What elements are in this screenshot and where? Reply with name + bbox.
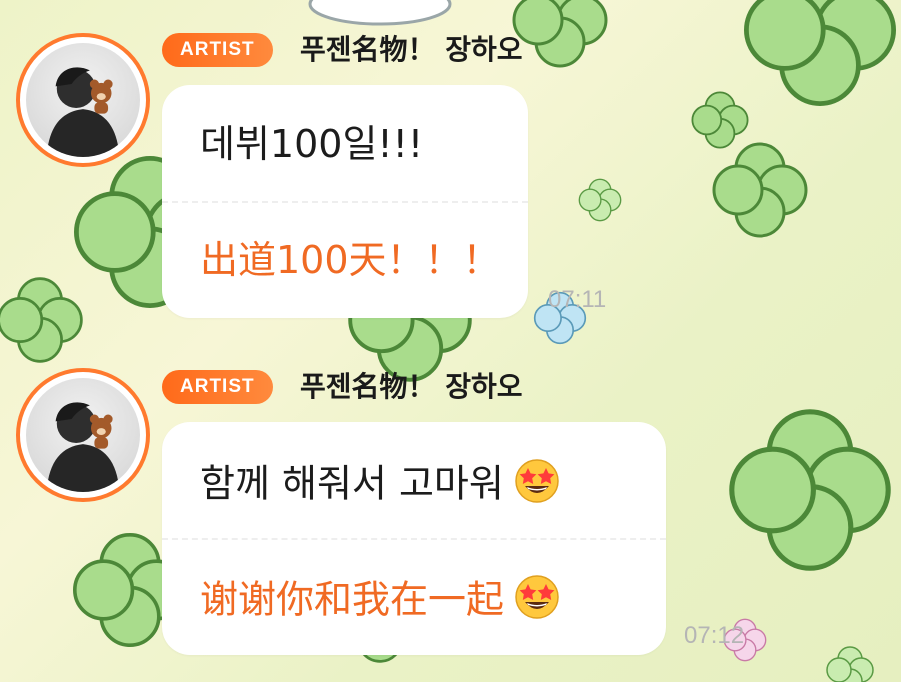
star-struck-emoji-icon [514, 458, 560, 514]
translated-text: 谢谢你和我在一起 [200, 577, 505, 622]
sender-name[interactable]: 푸젠名物！ 장하오 [300, 33, 523, 67]
sender-name[interactable]: 푸젠名物！ 장하오 [300, 370, 523, 404]
message-text-line: 함께 해줘서 고마워 [200, 458, 560, 514]
bubble-divider [162, 201, 528, 203]
artist-badge: ARTIST [162, 33, 273, 67]
translated-text: 出道100天！！！ [200, 238, 501, 282]
artist-avatar[interactable] [16, 368, 150, 502]
message-bubble[interactable]: 데뷔100일!!! 出道100天！！！ [162, 85, 528, 318]
star-struck-emoji-icon [514, 574, 560, 630]
chat-message: ARTIST 푸젠名物！ 장하오 데뷔100일!!! 出道100天！！！ 07:… [0, 0, 901, 340]
message-time: 07:12 [684, 622, 745, 649]
message-text: 함께 해줘서 고마워 [200, 461, 504, 506]
message-text: 데뷔100일!!! [200, 122, 424, 166]
message-bubble[interactable]: 함께 해줘서 고마워 谢谢你和我在一起 [162, 422, 666, 655]
artist-avatar[interactable] [16, 33, 150, 167]
avatar-photo [26, 378, 140, 492]
avatar-photo [26, 43, 140, 157]
chat-message: ARTIST 푸젠名物！ 장하오 함께 해줘서 고마워 谢谢你和我在一起 07:… [0, 340, 901, 682]
translated-text-line: 谢谢你和我在一起 [200, 574, 560, 630]
bubble-divider [162, 538, 666, 540]
message-time: 07:11 [548, 286, 607, 313]
artist-badge: ARTIST [162, 370, 273, 404]
